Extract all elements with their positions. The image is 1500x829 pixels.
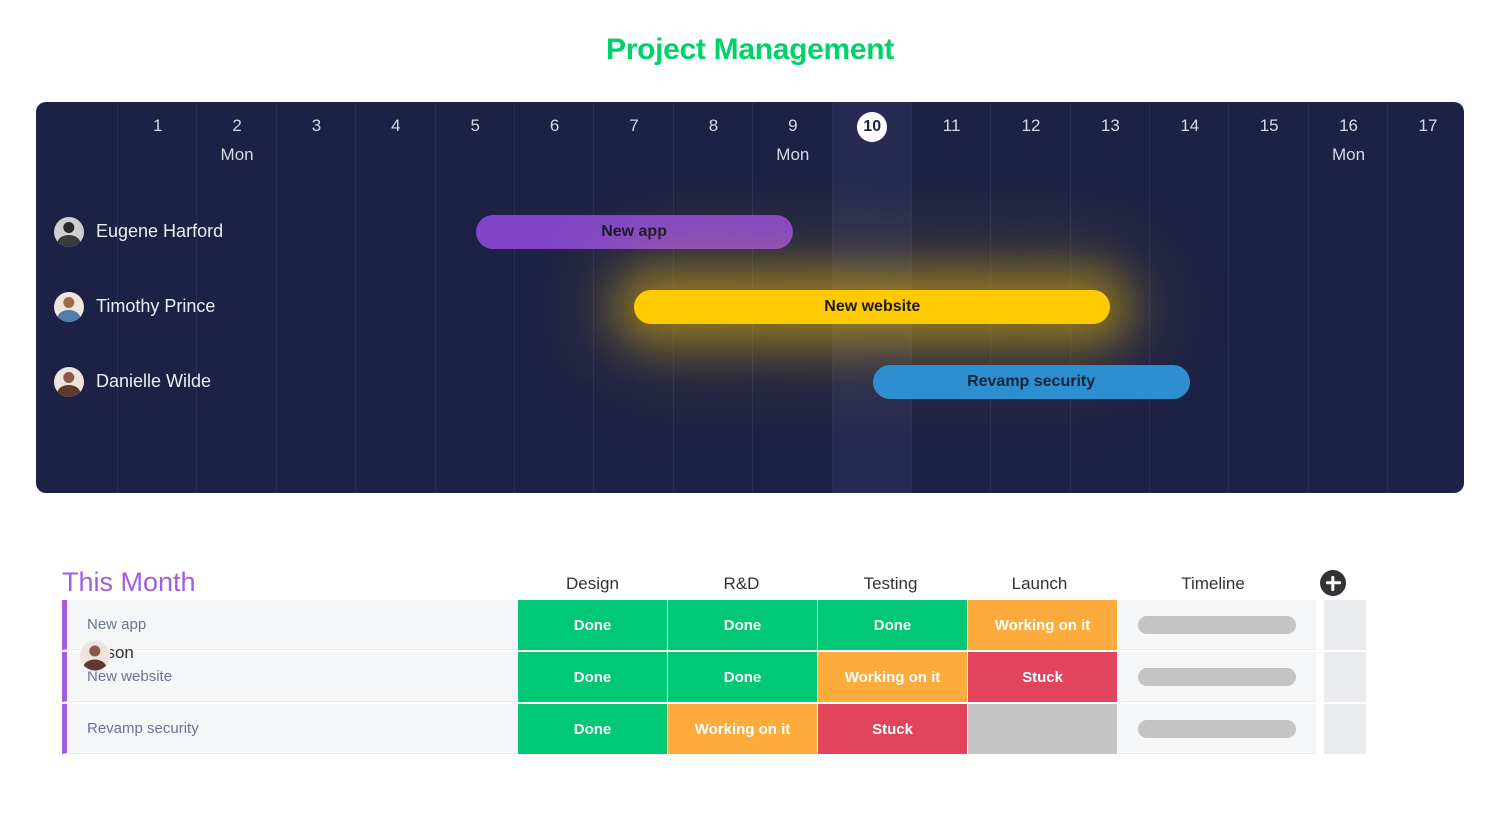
gantt-day-weekday: Mon: [197, 145, 276, 165]
gantt-row: Timothy Prince New website: [36, 269, 1464, 344]
gantt-day-header-2[interactable]: 2 Mon: [197, 102, 276, 194]
person-cell[interactable]: [80, 641, 110, 672]
gantt-row: Eugene Harford New app: [36, 194, 1464, 269]
gantt-day-number: 3: [312, 116, 321, 135]
gantt-day-header-8[interactable]: 8: [674, 102, 753, 194]
task-name-cell[interactable]: Revamp security: [62, 704, 518, 754]
progress-bar: [1138, 616, 1296, 634]
gantt-day-number: 1: [153, 116, 162, 135]
gantt-day-number: 10: [857, 112, 887, 142]
table-header-row: This Month Person Design R&D Testing Lau…: [62, 556, 1424, 600]
progress-bar: [1138, 668, 1296, 686]
gantt-day-number: 5: [471, 116, 480, 135]
gantt-day-number: 7: [629, 116, 638, 135]
gantt-day-number: 8: [709, 116, 718, 135]
gantt-day-header-12[interactable]: 12: [991, 102, 1070, 194]
gantt-day-header-16[interactable]: 16 Mon: [1309, 102, 1388, 194]
avatar: [54, 217, 84, 247]
gantt-day-header-14[interactable]: 14: [1150, 102, 1229, 194]
gantt-day-number: 15: [1260, 116, 1279, 135]
status-cell-launch[interactable]: Working on it: [968, 600, 1117, 650]
table-row: Revamp securityDoneWorking on itStuck: [62, 704, 1424, 754]
gantt-day-number: 13: [1101, 116, 1120, 135]
column-header-design[interactable]: Design: [518, 574, 667, 600]
gantt-day-weekday: Mon: [1309, 145, 1388, 165]
gantt-task-bar[interactable]: New app: [476, 215, 793, 249]
status-cell-testing[interactable]: Stuck: [818, 704, 967, 754]
gantt-day-header: 12Mon3456789Mon10111213141516Mon17: [36, 102, 1464, 194]
board-table: This Month Person Design R&D Testing Lau…: [62, 556, 1424, 756]
column-header-rd[interactable]: R&D: [667, 574, 816, 600]
gantt-person: Danielle Wilde: [54, 367, 211, 397]
timeline-cell[interactable]: [1118, 704, 1316, 754]
gantt-person-name: Danielle Wilde: [96, 371, 211, 392]
empty-cell: [1324, 600, 1366, 650]
gantt-task-bar[interactable]: Revamp security: [873, 365, 1190, 399]
table-body: New appDoneDoneDoneWorking on itNew webs…: [62, 600, 1424, 754]
avatar: [80, 641, 110, 671]
column-header-testing[interactable]: Testing: [816, 574, 965, 600]
gantt-day-header-13[interactable]: 13: [1071, 102, 1150, 194]
add-column-button[interactable]: [1312, 570, 1354, 600]
status-cell-rd[interactable]: Done: [668, 652, 817, 702]
progress-bar: [1138, 720, 1296, 738]
gantt-day-weekday: Mon: [753, 145, 832, 165]
gantt-day-header-11[interactable]: 11: [912, 102, 991, 194]
page-title: Project Management: [0, 0, 1500, 67]
gantt-day-number: 9: [788, 116, 797, 135]
timeline-cell[interactable]: [1118, 652, 1316, 702]
status-cell-design[interactable]: Done: [518, 652, 667, 702]
gantt-day-number: 12: [1022, 116, 1041, 135]
gantt-person: Eugene Harford: [54, 217, 223, 247]
status-cell-rd[interactable]: Working on it: [668, 704, 817, 754]
table-row: New appDoneDoneDoneWorking on it: [62, 600, 1424, 650]
plus-circle-icon: [1320, 570, 1346, 596]
gantt-day-number: 2: [232, 116, 241, 135]
gantt-day-number: 4: [391, 116, 400, 135]
gantt-panel: 12Mon3456789Mon10111213141516Mon17 Eugen…: [36, 102, 1464, 493]
status-cell-testing[interactable]: Working on it: [818, 652, 967, 702]
gantt-rows: Eugene Harford New app Timothy Prince New w…: [36, 194, 1464, 419]
timeline-cell[interactable]: [1118, 600, 1316, 650]
column-header-timeline[interactable]: Timeline: [1114, 574, 1312, 600]
gantt-day-number: 6: [550, 116, 559, 135]
board-section-title: This Month: [62, 567, 518, 600]
gantt-header-spacer: [36, 102, 118, 194]
avatar: [54, 367, 84, 397]
gantt-day-number: 16: [1339, 116, 1358, 135]
gantt-day-number: 11: [943, 116, 961, 135]
empty-cell: [1324, 704, 1366, 754]
column-header-launch[interactable]: Launch: [965, 574, 1114, 600]
gantt-row: Danielle Wilde Revamp security: [36, 344, 1464, 419]
status-cell-rd[interactable]: Done: [668, 600, 817, 650]
gantt-task-bar[interactable]: New website: [634, 290, 1110, 324]
gantt-day-header-10[interactable]: 10: [833, 102, 912, 194]
gantt-day-header-5[interactable]: 5: [436, 102, 515, 194]
empty-cell: [1324, 652, 1366, 702]
status-cell-testing[interactable]: Done: [818, 600, 967, 650]
gantt-day-number: 17: [1418, 116, 1437, 135]
table-row: New websiteDoneDoneWorking on itStuck: [62, 652, 1424, 702]
status-cell-design[interactable]: Done: [518, 704, 667, 754]
gantt-person: Timothy Prince: [54, 292, 215, 322]
gantt-day-header-7[interactable]: 7: [594, 102, 673, 194]
status-cell-design[interactable]: Done: [518, 600, 667, 650]
gantt-day-header-6[interactable]: 6: [515, 102, 594, 194]
gantt-person-name: Eugene Harford: [96, 221, 223, 242]
gantt-day-header-9[interactable]: 9 Mon: [753, 102, 832, 194]
avatar: [54, 292, 84, 322]
gantt-day-header-15[interactable]: 15: [1229, 102, 1308, 194]
gantt-day-header-1[interactable]: 1: [118, 102, 197, 194]
gantt-person-name: Timothy Prince: [96, 296, 215, 317]
gantt-day-header-17[interactable]: 17: [1388, 102, 1464, 194]
gantt-day-number: 14: [1180, 116, 1199, 135]
status-cell-launch[interactable]: [968, 704, 1117, 754]
gantt-day-header-3[interactable]: 3: [277, 102, 356, 194]
status-cell-launch[interactable]: Stuck: [968, 652, 1117, 702]
gantt-day-header-4[interactable]: 4: [356, 102, 435, 194]
